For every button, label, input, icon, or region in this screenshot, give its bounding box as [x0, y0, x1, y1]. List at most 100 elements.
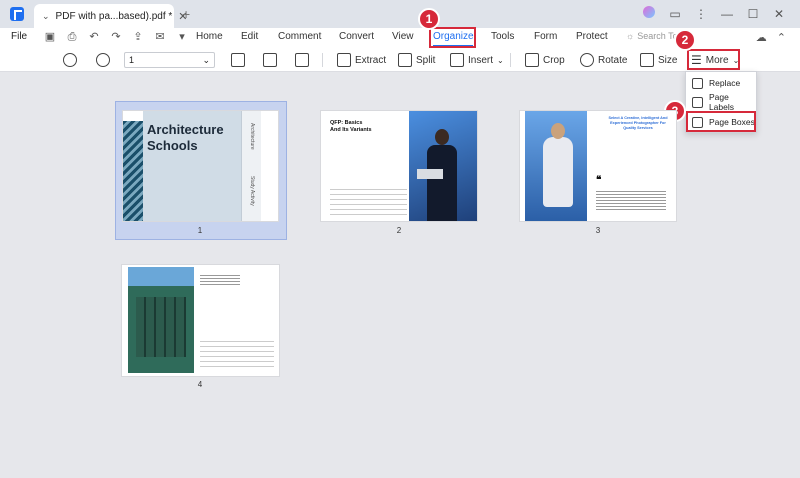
extract-icon	[337, 53, 351, 67]
woman-photo	[525, 111, 587, 221]
tab-title: PDF with pa...based).pdf *	[55, 10, 173, 22]
page-1-side-label-2: Study Activity	[249, 176, 255, 206]
page-thumbnail-2[interactable]: QFP: Basics And Its Variants	[320, 110, 478, 222]
menu-view[interactable]: View	[392, 31, 433, 42]
size-button[interactable]: Size	[640, 51, 677, 69]
new-tab-button[interactable]: +	[182, 6, 190, 22]
menu-form[interactable]: Form	[534, 31, 576, 42]
app-logo-icon	[10, 7, 24, 21]
print-icon[interactable]: ⎙	[66, 30, 78, 44]
maximize-icon[interactable]: ☐	[746, 7, 760, 21]
page-3-body-text	[596, 189, 666, 211]
cloud-upload-icon[interactable]: ☁	[756, 31, 767, 44]
page-4-intro-text	[200, 273, 240, 287]
menu-item-replace[interactable]: Replace	[686, 74, 756, 92]
insert-button[interactable]: Insert ⌄	[450, 51, 504, 69]
menu-home[interactable]: Home	[196, 31, 241, 42]
search-tools[interactable]: ☼ Search To	[626, 31, 678, 41]
person-figure	[543, 137, 573, 207]
feedback-icon[interactable]: ▭	[668, 7, 682, 21]
page-number-value: 1	[129, 55, 135, 65]
callout-badge-1: 1	[418, 8, 440, 30]
insert-icon	[450, 53, 464, 67]
page-number-3: 3	[595, 226, 601, 235]
split-icon	[398, 53, 412, 67]
page-3-title-line-3: Quality Services	[623, 126, 653, 130]
zoom-in-icon	[96, 53, 110, 67]
callout-badge-2: 2	[674, 29, 696, 51]
page-boxes-callout-box	[686, 111, 756, 132]
page-thumbnail-3[interactable]: Select A Creative, Intelligent And Exper…	[519, 110, 677, 222]
man-with-laptop-photo	[409, 111, 477, 221]
toolbar-divider	[322, 53, 323, 67]
rotate-button[interactable]: Rotate	[580, 51, 627, 69]
organize-callout-box	[429, 27, 476, 48]
menu-convert[interactable]: Convert	[339, 31, 392, 42]
close-window-icon[interactable]: ✕	[772, 7, 786, 21]
page-3-title: Select A Creative, Intelligent And Exper…	[602, 116, 674, 131]
customize-chevron-icon[interactable]: ▾	[176, 30, 188, 44]
green-building-photo	[128, 267, 194, 373]
tab-menu-chevron-icon[interactable]: ⌄	[42, 11, 50, 22]
save-icon[interactable]: ▣	[44, 30, 56, 44]
building-photo	[123, 121, 143, 221]
page-arrange-icon	[263, 53, 277, 67]
menu-item-page-labels[interactable]: Page Labels	[686, 92, 756, 112]
trash-icon	[295, 53, 309, 67]
split-button[interactable]: Split	[398, 51, 435, 69]
undo-icon[interactable]: ↶	[88, 30, 100, 44]
page-number-2: 2	[396, 226, 402, 235]
main-menu: Home Edit Comment Convert View Organize …	[196, 31, 626, 42]
rotate-label: Rotate	[598, 54, 628, 66]
person-head	[435, 129, 449, 145]
page-number-4: 4	[197, 380, 203, 389]
replace-label: Replace	[709, 78, 741, 88]
replace-icon	[692, 77, 703, 89]
minimize-icon[interactable]: —	[720, 7, 734, 21]
page-2-title: QFP: Basics And Its Variants	[330, 120, 372, 134]
zoom-in-button[interactable]	[96, 51, 110, 69]
page-1-title: Architecture Schools	[147, 122, 224, 154]
window-controls: ▭ ⋮ — ☐ ✕	[642, 6, 786, 21]
crop-icon	[525, 53, 539, 67]
rotate-page-left-button[interactable]	[231, 51, 245, 69]
menu-file[interactable]: File	[11, 31, 27, 42]
toolbar-divider	[510, 53, 511, 67]
user-avatar[interactable]	[642, 6, 656, 21]
menu-comment[interactable]: Comment	[278, 31, 339, 42]
share-icon[interactable]: ⇪	[132, 30, 144, 44]
mail-icon[interactable]: ✉	[154, 30, 166, 44]
page-1-title-line-2: Schools	[147, 138, 198, 153]
page-2-table	[330, 185, 407, 215]
page-replace-button[interactable]	[263, 51, 277, 69]
page-thumbnail-4[interactable]	[121, 264, 280, 377]
page-1-side-label-1: Architecture	[249, 123, 255, 150]
menu-tools[interactable]: Tools	[491, 31, 534, 42]
expand-icon[interactable]: ⌃	[777, 31, 786, 44]
page-rotate-icon	[231, 53, 245, 67]
quick-access-toolbar: ▣ ⎙ ↶ ↷ ⇪ ✉ ▾	[44, 30, 188, 44]
menu-edit[interactable]: Edit	[241, 31, 278, 42]
search-tools-label: Search To	[637, 31, 678, 41]
zoom-out-button[interactable]	[63, 51, 77, 69]
more-callout-box	[687, 49, 740, 70]
page-number-select[interactable]: 1 ⌄	[124, 52, 215, 68]
more-options-icon[interactable]: ⋮	[694, 7, 708, 21]
page-4-table	[200, 337, 274, 369]
title-bar: ⌄ PDF with pa...based).pdf * ✕ + ▭ ⋮ — ☐…	[0, 0, 800, 28]
redo-icon[interactable]: ↷	[110, 30, 122, 44]
insert-label: Insert	[468, 54, 494, 66]
quote-icon: ❝	[596, 175, 602, 186]
extract-label: Extract	[355, 54, 387, 66]
page-thumbnail-1[interactable]: Architecture Schools Architecture Study …	[122, 110, 279, 222]
page-number-1: 1	[197, 226, 203, 235]
crop-button[interactable]: Crop	[525, 51, 565, 69]
document-tab[interactable]: ⌄ PDF with pa...based).pdf * ✕	[34, 4, 188, 28]
page-2-title-line-1: QFP: Basics	[330, 120, 363, 126]
extract-button[interactable]: Extract	[337, 51, 386, 69]
menu-protect[interactable]: Protect	[576, 31, 626, 42]
building-facade	[136, 297, 186, 357]
delete-page-button[interactable]	[295, 51, 309, 69]
page-labels-label: Page Labels	[708, 92, 735, 112]
zoom-out-icon	[63, 53, 77, 67]
